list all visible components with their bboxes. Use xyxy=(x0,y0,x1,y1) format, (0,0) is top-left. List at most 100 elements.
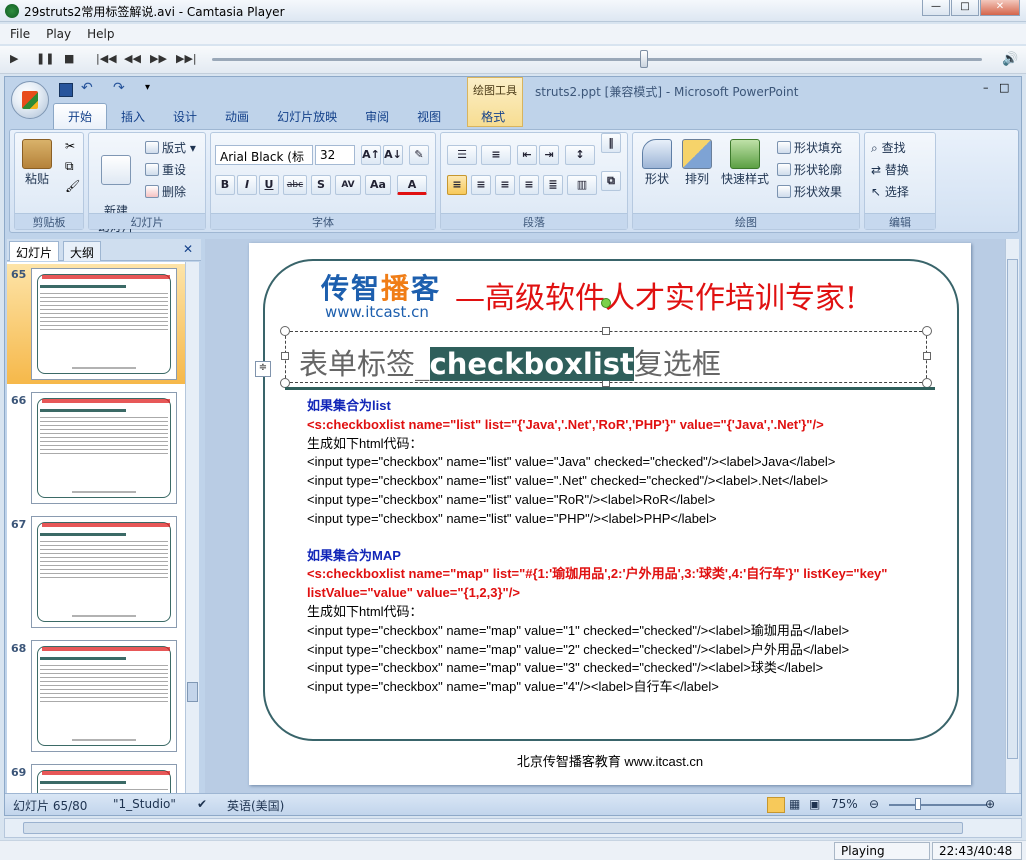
replace-button[interactable]: ⇄ 替换 xyxy=(871,161,909,178)
font-name-field[interactable]: Arial Black (标 xyxy=(215,145,313,165)
volume-icon[interactable]: 🔊 xyxy=(1002,52,1018,67)
bold-button[interactable]: B xyxy=(215,175,235,195)
smartart-button[interactable]: ⧉ xyxy=(601,171,621,191)
tab-format[interactable]: 格式 xyxy=(467,104,519,129)
delete-slide-button[interactable]: 删除 xyxy=(145,183,186,200)
ribbon-minimize-icon[interactable]: – xyxy=(983,81,989,94)
resize-handle[interactable] xyxy=(923,352,931,360)
align-right-button[interactable]: ≡ xyxy=(495,175,515,195)
tab-slides-panel[interactable]: 幻灯片 xyxy=(9,241,60,261)
close-panel-icon[interactable]: ✕ xyxy=(183,242,193,256)
columns-button[interactable]: ▥ xyxy=(567,175,597,195)
tab-animation[interactable]: 动画 xyxy=(211,104,263,129)
menu-help[interactable]: Help xyxy=(77,24,120,41)
text-direction-button[interactable]: ‖ xyxy=(601,133,621,153)
scroll-thumb[interactable] xyxy=(23,822,963,834)
arrange-button[interactable]: 排列 xyxy=(679,139,715,187)
tab-design[interactable]: 设计 xyxy=(159,104,211,129)
normal-view-icon[interactable] xyxy=(767,797,785,813)
increase-indent-button[interactable]: ⇥ xyxy=(539,145,559,165)
italic-button[interactable]: I xyxy=(237,175,257,195)
resize-handle[interactable] xyxy=(922,326,932,336)
stop-icon[interactable]: ■ xyxy=(64,52,74,65)
fast-forward-icon[interactable]: ▶▶ xyxy=(150,52,167,65)
clear-format-button[interactable]: ✎ xyxy=(409,145,429,165)
menu-file[interactable]: File xyxy=(0,24,36,41)
slide-thumbnail[interactable] xyxy=(31,516,177,628)
font-color-button[interactable]: A xyxy=(397,175,427,195)
font-size-field[interactable]: 32 xyxy=(315,145,355,165)
distribute-button[interactable]: ≣ xyxy=(543,175,563,195)
zoom-out-icon[interactable]: ⊖ xyxy=(869,797,879,811)
ribbon-restore-icon[interactable]: □ xyxy=(999,81,1009,94)
slide-thumbnail[interactable] xyxy=(31,268,177,380)
line-spacing-button[interactable]: ↕ xyxy=(565,145,595,165)
undo-icon[interactable]: ↶ xyxy=(81,80,93,96)
seek-track[interactable] xyxy=(212,58,982,61)
sorter-view-icon[interactable]: ▦ xyxy=(789,797,800,811)
tab-outline-panel[interactable]: 大纲 xyxy=(63,241,102,261)
rewind-icon[interactable]: ◀◀ xyxy=(124,52,141,65)
thumbnail-scrollbar[interactable] xyxy=(185,262,199,796)
shapes-button[interactable]: 形状 xyxy=(639,139,675,187)
scroll-thumb[interactable] xyxy=(187,682,198,702)
play-icon[interactable]: ▶ xyxy=(10,52,18,65)
slide-thumbnail[interactable] xyxy=(31,392,177,504)
office-button[interactable] xyxy=(11,81,49,119)
slide-title[interactable]: 表单标签_checkboxlist复选框 xyxy=(299,341,721,383)
minimize-button[interactable]: — xyxy=(922,0,950,16)
pause-icon[interactable]: ❚❚ xyxy=(36,52,54,65)
justify-button[interactable]: ≡ xyxy=(519,175,539,195)
select-button[interactable]: ↖ 选择 xyxy=(871,183,909,200)
shape-fill-button[interactable]: 形状填充 xyxy=(777,139,842,156)
change-case-button[interactable]: Aa xyxy=(365,175,391,195)
align-left-button[interactable]: ≡ xyxy=(447,175,467,195)
menu-play[interactable]: Play xyxy=(36,24,77,41)
tab-view[interactable]: 视图 xyxy=(403,104,455,129)
resize-handle[interactable] xyxy=(602,327,610,335)
find-button[interactable]: ⌕ 查找 xyxy=(871,139,906,156)
zoom-slider[interactable] xyxy=(889,804,987,806)
slide-scrollbar[interactable] xyxy=(1005,239,1019,793)
shadow-button[interactable]: S xyxy=(311,175,331,195)
quick-styles-button[interactable]: 快速样式 xyxy=(719,139,771,187)
strikethrough-button[interactable]: abc xyxy=(283,175,307,195)
cut-icon[interactable]: ✂ xyxy=(65,139,75,153)
maximize-button[interactable]: □ xyxy=(951,0,979,16)
slide-canvas[interactable]: 传智播客 www.itcast.cn —高级软件人才实作培训专家! 表单标签_c… xyxy=(249,243,971,785)
slide-body-text[interactable]: 如果集合为list <s:checkboxlist name="list" lis… xyxy=(307,397,947,697)
seek-thumb[interactable] xyxy=(640,50,648,68)
zoom-in-icon[interactable]: ⊕ xyxy=(985,797,995,811)
tab-home[interactable]: 开始 xyxy=(53,103,108,129)
slide-thumbnail[interactable] xyxy=(31,764,177,796)
reset-button[interactable]: 重设 xyxy=(145,161,186,178)
tab-slideshow[interactable]: 幻灯片放映 xyxy=(263,104,351,129)
bullets-button[interactable]: ☰ xyxy=(447,145,477,165)
copy-icon[interactable]: ⧉ xyxy=(65,159,74,174)
tab-insert[interactable]: 插入 xyxy=(107,104,159,129)
resize-handle[interactable] xyxy=(281,352,289,360)
autofit-options-icon[interactable]: ≑ xyxy=(255,361,271,377)
redo-icon[interactable]: ↷ xyxy=(113,80,125,96)
format-painter-icon[interactable]: 🖌 xyxy=(65,179,80,193)
player-horizontal-scrollbar[interactable] xyxy=(4,818,1022,838)
slideshow-view-icon[interactable]: ▣ xyxy=(809,797,820,811)
shape-effects-button[interactable]: 形状效果 xyxy=(777,183,842,200)
numbering-button[interactable]: ≡ xyxy=(481,145,511,165)
rotate-handle[interactable] xyxy=(601,298,611,308)
skip-start-icon[interactable]: |◀◀ xyxy=(96,52,117,65)
spellcheck-icon[interactable]: ✔ xyxy=(197,797,207,811)
scroll-thumb[interactable] xyxy=(1007,259,1018,759)
layout-button[interactable]: 版式 ▾ xyxy=(145,139,196,156)
char-spacing-button[interactable]: AV xyxy=(335,175,361,195)
save-icon[interactable] xyxy=(59,83,73,97)
skip-end-icon[interactable]: ▶▶| xyxy=(176,52,197,65)
tab-review[interactable]: 审阅 xyxy=(351,104,403,129)
shrink-font-button[interactable]: A↓ xyxy=(383,145,403,165)
underline-button[interactable]: U xyxy=(259,175,279,195)
shape-outline-button[interactable]: 形状轮廓 xyxy=(777,161,842,178)
qat-customize-icon[interactable]: ▾ xyxy=(145,82,150,93)
zoom-level[interactable]: 75% xyxy=(831,797,858,811)
align-center-button[interactable]: ≡ xyxy=(471,175,491,195)
resize-handle[interactable] xyxy=(280,326,290,336)
